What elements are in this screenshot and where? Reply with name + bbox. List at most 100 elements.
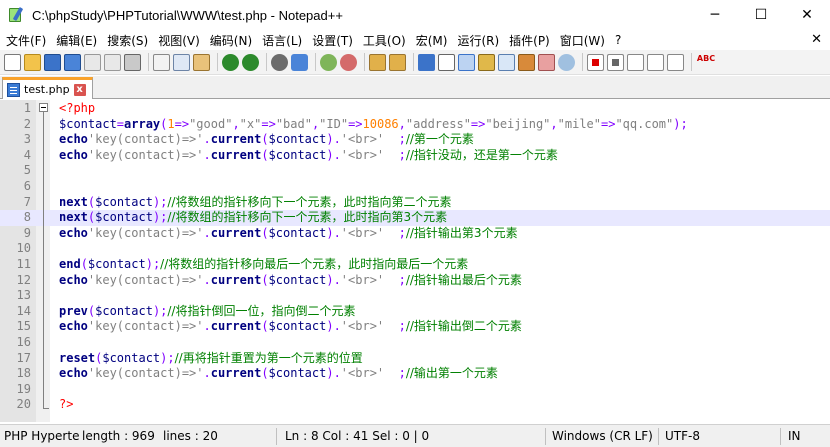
record-macro-icon[interactable] <box>587 53 604 71</box>
stop-macro-icon[interactable] <box>607 53 624 71</box>
close-button[interactable]: ✕ <box>784 0 830 30</box>
zoom-in-icon[interactable] <box>320 53 337 71</box>
sync-horizontal-icon[interactable] <box>389 53 406 71</box>
code-line[interactable]: 10 <box>0 241 830 257</box>
code-token: . <box>203 272 211 287</box>
menu-settings[interactable]: 设置(T) <box>309 32 356 49</box>
code-token: //输出第一个元素 <box>405 366 498 381</box>
code-token: "beijing" <box>485 116 551 131</box>
code-line[interactable]: 12 echo'key(contact)=>'.current($contact)… <box>0 273 830 289</box>
function-list-icon[interactable] <box>518 53 535 71</box>
find-icon[interactable] <box>271 53 288 71</box>
code-line[interactable]: 20 ?> <box>0 397 830 413</box>
line-number: 10 <box>16 241 31 256</box>
code-token: => <box>174 116 190 131</box>
close-icon[interactable] <box>84 53 101 71</box>
word-wrap-icon[interactable] <box>418 53 435 71</box>
code-line[interactable]: 18 echo'key(contact)=>'.current($contact)… <box>0 366 830 382</box>
code-line[interactable]: 4 echo'key(contact)=>'.current($contact).… <box>0 148 830 164</box>
replace-icon[interactable] <box>291 53 308 71</box>
indent-guide-icon[interactable] <box>458 53 475 71</box>
menu-run[interactable]: 运行(R) <box>454 32 502 49</box>
code-token: //将数组的指针移向最后一个元素，此时指向最后一个元素 <box>160 257 469 271</box>
cut-icon[interactable] <box>153 53 170 71</box>
code-line[interactable]: 9 echo'key(contact)=>'.current($contact).… <box>0 226 830 242</box>
status-position: Ln : 8 Col : 41 Sel : 0 | 0 <box>285 429 430 443</box>
toolbar-separator <box>691 53 692 71</box>
paste-icon[interactable] <box>193 53 210 71</box>
close-all-icon[interactable] <box>104 53 121 71</box>
code-line[interactable]: 15 echo'key(contact)=>'.current($contact)… <box>0 319 830 335</box>
menu-language[interactable]: 语言(L) <box>259 32 305 49</box>
code-line[interactable]: 8 next($contact);//将数组的指针移向下一个元素，此时指向第3个元… <box>0 210 830 226</box>
tab-test-php[interactable]: test.php x <box>2 77 93 99</box>
code-token: ; <box>398 225 406 240</box>
all-chars-icon[interactable] <box>438 53 455 71</box>
maximize-button[interactable]: ☐ <box>738 0 784 30</box>
line-number: 15 <box>16 319 31 334</box>
run-macro-multiple-icon[interactable] <box>647 53 664 71</box>
line-number: 14 <box>16 303 31 318</box>
code-line[interactable]: 3 echo'key(contact)=>'.current($contact).… <box>0 132 830 148</box>
menu-macro[interactable]: 宏(M) <box>413 32 451 49</box>
copy-icon[interactable] <box>173 53 190 71</box>
code-line[interactable]: 7 next($contact);//将数组的指针移向下一个元素，此时指向第二个元… <box>0 195 830 211</box>
menu-plugins[interactable]: 插件(P) <box>506 32 553 49</box>
code-token: ); <box>152 194 168 209</box>
menu-encoding[interactable]: 编码(N) <box>207 32 255 49</box>
zoom-out-icon[interactable] <box>340 53 357 71</box>
menu-tools[interactable]: 工具(O) <box>360 32 409 49</box>
menu-edit[interactable]: 编辑(E) <box>53 32 100 49</box>
toolbar-separator <box>148 53 149 71</box>
code-token: next <box>59 194 88 209</box>
print-icon[interactable] <box>124 53 141 71</box>
spellcheck-icon[interactable]: ABC <box>696 54 716 71</box>
fold-end <box>43 408 49 409</box>
code-line[interactable]: 6 <box>0 179 830 195</box>
code-line[interactable]: 13 <box>0 288 830 304</box>
code-token: //将数组的指针移向下一个元素，此时指向第3个元素 <box>167 210 448 225</box>
code-line[interactable]: 19 <box>0 382 830 398</box>
code-line[interactable]: 16 <box>0 335 830 351</box>
code-line[interactable]: 2 $contact=array(1=>"good","x"=>"bad","ID… <box>0 117 830 133</box>
play-macro-icon[interactable] <box>627 53 644 71</box>
code-line[interactable]: 5 <box>0 163 830 179</box>
line-number: 2 <box>23 116 31 131</box>
menu-file[interactable]: 文件(F) <box>3 32 49 49</box>
minimize-button[interactable]: ─ <box>692 0 738 30</box>
code-text: echo'key(contact)=>'.current($contact).'… <box>59 132 474 148</box>
menu-help[interactable]: ? <box>612 33 624 47</box>
monitoring-icon[interactable] <box>558 53 575 71</box>
folder-workspace-icon[interactable] <box>538 53 555 71</box>
save-icon[interactable] <box>44 53 61 71</box>
menu-search[interactable]: 搜索(S) <box>104 32 151 49</box>
save-macro-icon[interactable] <box>667 53 684 71</box>
tab-bar: test.php x <box>0 76 830 99</box>
code-token: '<br>' <box>340 366 385 381</box>
close-document-icon[interactable]: ✕ <box>811 32 822 47</box>
code-token: ( <box>261 147 269 162</box>
code-line[interactable]: 14 prev($contact);//将指针倒回一位，指向倒二个元素 <box>0 304 830 320</box>
save-all-icon[interactable] <box>64 53 81 71</box>
menu-view[interactable]: 视图(V) <box>155 32 203 49</box>
code-token: $contact <box>59 116 117 131</box>
code-line[interactable]: 17 reset($contact);//再将指针重置为第一个元素的位置 <box>0 351 830 367</box>
window-title: C:\phpStudy\PHPTutorial\WWW\test.php - N… <box>32 7 343 23</box>
code-token: '<br>' <box>340 147 385 162</box>
code-token: next <box>59 210 88 225</box>
status-lines: lines : 20 <box>163 429 218 443</box>
toolbar-separator <box>315 53 316 71</box>
redo-icon[interactable] <box>242 53 259 71</box>
tab-close-icon[interactable]: x <box>73 83 86 96</box>
code-line[interactable]: 1 <?php <box>0 101 830 117</box>
code-line[interactable]: 11 end($contact);//将数组的指针移向最后一个元素，此时指向最后一… <box>0 257 830 273</box>
code-editor[interactable]: 1 <?php 2 $contact=array(1=>"good","x"=>"ba… <box>0 100 830 422</box>
undo-icon[interactable] <box>222 53 239 71</box>
open-file-icon[interactable] <box>24 53 41 71</box>
fold-toggle-icon[interactable] <box>39 103 48 112</box>
new-file-icon[interactable] <box>4 53 21 71</box>
doc-map-icon[interactable] <box>498 53 515 71</box>
menu-window[interactable]: 窗口(W) <box>557 32 608 49</box>
sync-vertical-icon[interactable] <box>369 53 386 71</box>
lang-icon[interactable] <box>478 53 495 71</box>
